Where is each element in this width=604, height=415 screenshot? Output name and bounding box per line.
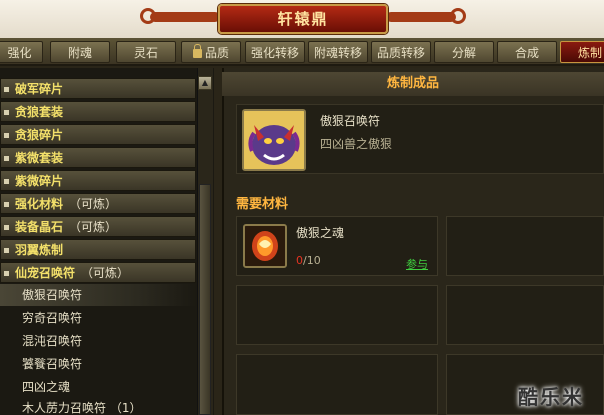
category-pet-summon[interactable]: 仙宠召唤符 （可炼）	[0, 262, 196, 283]
material-slot-3	[236, 285, 438, 345]
category-label: 装备晶石	[15, 220, 64, 234]
tab-label: 品质	[204, 46, 229, 60]
tab-label: 附魂	[67, 46, 92, 60]
scrollbar-thumb[interactable]	[199, 184, 211, 415]
title-ornament-knob-right	[450, 8, 466, 24]
craftable-tag: （可炼）	[81, 266, 130, 280]
bullet-icon	[4, 110, 9, 115]
recipe-item-hundun[interactable]: 混沌召唤符	[0, 330, 196, 352]
bullet-icon	[4, 133, 9, 138]
material-count-have: 0	[296, 254, 303, 267]
material-count: 0/10	[296, 254, 321, 267]
bullet-icon	[4, 202, 9, 207]
category-tanlang-set[interactable]: 贪狼套装	[0, 101, 196, 122]
tab-spirit-stone[interactable]: 灵石	[116, 41, 176, 63]
soul-orb-icon[interactable]	[243, 224, 287, 268]
tab-label: 合成	[514, 46, 539, 60]
category-wing-refine[interactable]: 羽翼炼制	[0, 239, 196, 260]
category-equip-crystals[interactable]: 装备晶石 （可炼）	[0, 216, 196, 237]
tab-label: 强化转移	[250, 46, 299, 60]
category-label: 仙宠召唤符	[15, 266, 76, 280]
product-section-title: 炼制成品	[222, 72, 604, 96]
bullet-icon	[4, 156, 9, 161]
tab-synthesize[interactable]: 合成	[497, 41, 557, 63]
tab-bar: 强化 附魂 灵石 品质 强化转移 附魂转移 品质转移 分解 合成 炼制	[0, 38, 604, 66]
category-label: 贪狼套装	[15, 105, 64, 119]
category-label: 贪狼碎片	[15, 128, 64, 142]
join-link[interactable]: 参与	[406, 256, 428, 272]
tab-label: 强化	[7, 46, 32, 60]
craftable-tag: （可炼）	[69, 220, 118, 234]
tab-label: 附魂转移	[313, 46, 362, 60]
category-label: 紫微套装	[15, 151, 64, 165]
lock-icon	[192, 44, 202, 58]
category-label: 强化材料	[15, 197, 64, 211]
tab-soul-attach[interactable]: 附魂	[50, 41, 110, 63]
category-ziwei-fragments[interactable]: 紫微碎片	[0, 170, 196, 191]
product-subtitle: 四凶兽之傲狠	[320, 137, 393, 151]
recipe-item-wooden-man[interactable]: 木人苈力召唤符 （1）	[0, 397, 196, 415]
title-bar: 轩辕鼎	[0, 0, 604, 38]
category-enhance-materials[interactable]: 强化材料 （可炼）	[0, 193, 196, 214]
recipe-item-four-evils-soul[interactable]: 四凶之魂	[0, 376, 196, 398]
material-slot-4	[446, 285, 604, 345]
crafting-window: 轩辕鼎 强化 附魂 灵石 品质 强化转移 附魂转移 品质转移 分解 合成 炼制 …	[0, 0, 604, 415]
beast-summon-icon[interactable]	[242, 109, 306, 171]
category-ziwei-set[interactable]: 紫微套装	[0, 147, 196, 168]
material-slot-2	[446, 216, 604, 276]
recipe-item-qiongqi[interactable]: 穷奇召唤符	[0, 307, 196, 329]
category-label: 紫微碎片	[15, 174, 64, 188]
tab-refine[interactable]: 炼制	[560, 41, 604, 63]
material-count-need: /10	[303, 254, 321, 267]
bullet-icon	[4, 248, 9, 253]
title-ornament-left	[150, 12, 220, 22]
window-title: 轩辕鼎	[218, 4, 388, 34]
bullet-icon	[4, 271, 9, 276]
tab-quality[interactable]: 品质	[181, 41, 241, 63]
category-tanlang-fragments[interactable]: 贪狼碎片	[0, 124, 196, 145]
tab-quality-transfer[interactable]: 品质转移	[371, 41, 431, 63]
site-watermark: 酷乐米	[518, 385, 584, 409]
soul-orb-icon-art	[245, 226, 285, 266]
material-slot-5	[236, 354, 438, 415]
tab-enhance-transfer[interactable]: 强化转移	[245, 41, 305, 63]
title-ornament-right	[386, 12, 456, 22]
tab-enhance[interactable]: 强化	[0, 41, 43, 63]
tab-decompose[interactable]: 分解	[434, 41, 494, 63]
tab-label: 分解	[451, 46, 476, 60]
recipe-item-taotie[interactable]: 饕餮召唤符	[0, 353, 196, 375]
tab-label: 品质转移	[376, 46, 425, 60]
category-label: 羽翼炼制	[15, 243, 64, 257]
product-name: 傲狠召唤符	[320, 114, 381, 128]
tab-label: 炼制	[577, 46, 602, 60]
category-label: 破军碎片	[15, 82, 64, 96]
bullet-icon	[4, 179, 9, 184]
material-name: 傲狠之魂	[296, 226, 345, 240]
recipe-item-aohen[interactable]: 傲狠召唤符	[0, 284, 196, 306]
tab-label: 灵石	[133, 46, 158, 60]
beast-summon-icon-art	[244, 111, 304, 169]
tab-soul-transfer[interactable]: 附魂转移	[308, 41, 368, 63]
bullet-icon	[4, 87, 9, 92]
title-ornament-knob-left	[140, 8, 156, 24]
scroll-up-arrow-icon[interactable]: ▲	[198, 76, 212, 90]
craftable-tag: （可炼）	[69, 197, 118, 211]
category-pojun-fragments[interactable]: 破军碎片	[0, 78, 196, 99]
materials-section-title: 需要材料	[236, 197, 289, 212]
bullet-icon	[4, 225, 9, 230]
